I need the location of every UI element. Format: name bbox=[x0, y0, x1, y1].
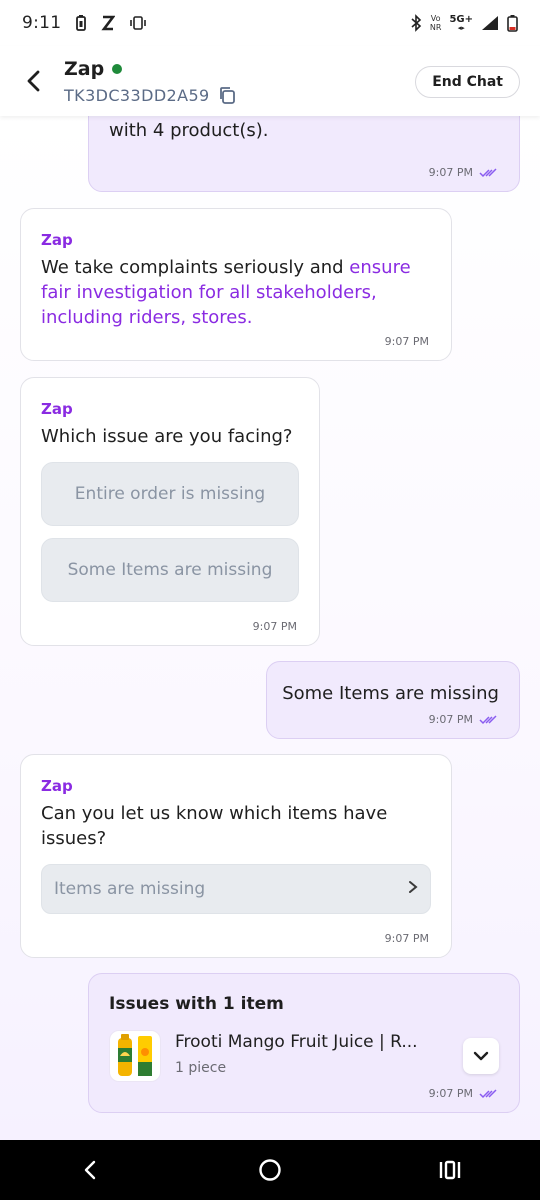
volte-label: Vo bbox=[430, 14, 441, 23]
bluetooth-icon bbox=[410, 14, 422, 32]
bot-message: Zap Can you let us know which items have… bbox=[20, 754, 452, 958]
option-entire-order-missing[interactable]: Entire order is missing bbox=[41, 462, 299, 526]
battery-saver-icon bbox=[75, 14, 87, 32]
chat-title-block: Zap TK3DC33DD2A59 bbox=[64, 58, 236, 105]
message-time: 9:07 PM bbox=[428, 1087, 473, 1100]
message-text: Can you let us know which items have iss… bbox=[41, 803, 388, 849]
chevron-right-icon bbox=[408, 879, 418, 899]
option-some-items-missing[interactable]: Some Items are missing bbox=[41, 538, 299, 602]
read-receipt-icon bbox=[479, 167, 497, 177]
sender-name: Zap bbox=[41, 231, 73, 249]
status-time: 9:11 bbox=[22, 13, 62, 33]
product-image bbox=[109, 1030, 161, 1082]
message-text: Some Items are missing bbox=[282, 683, 499, 704]
vibrate-icon bbox=[129, 15, 147, 31]
issues-title: Issues with 1 item bbox=[109, 994, 284, 1014]
message-time: 9:07 PM bbox=[252, 620, 297, 633]
volte-icon: Vo NR bbox=[430, 14, 442, 32]
read-receipt-icon bbox=[479, 1088, 497, 1098]
user-message: Some Items are missing 9:07 PM bbox=[266, 661, 520, 739]
copy-icon[interactable] bbox=[218, 86, 236, 104]
user-message: with 4 product(s). 9:07 PM bbox=[88, 116, 520, 192]
end-chat-button[interactable]: End Chat bbox=[415, 66, 520, 98]
select-label: Items are missing bbox=[54, 879, 206, 899]
product-name: Frooti Mango Fruit Juice | R... bbox=[175, 1032, 418, 1052]
bot-message: Zap Which issue are you facing? Entire o… bbox=[20, 377, 320, 646]
status-bar: 9:11 Vo NR 5G+ ◂▸ bbox=[0, 0, 540, 46]
read-receipt-icon bbox=[479, 714, 497, 724]
nav-back-icon bbox=[84, 1160, 96, 1180]
message-time: 9:07 PM bbox=[384, 335, 429, 348]
message-time: 9:07 PM bbox=[428, 166, 473, 179]
nav-home-button[interactable] bbox=[240, 1145, 300, 1195]
signal-icon bbox=[481, 15, 499, 31]
nav-back-button[interactable] bbox=[60, 1145, 120, 1195]
nav-home-icon bbox=[259, 1159, 281, 1181]
issues-card: Issues with 1 item Frooti Mango Fruit Ju… bbox=[88, 973, 520, 1113]
expand-button[interactable] bbox=[463, 1038, 499, 1074]
sender-name: Zap bbox=[41, 400, 73, 418]
message-time: 9:07 PM bbox=[384, 932, 429, 945]
back-button[interactable] bbox=[14, 61, 54, 101]
bot-message: Zap We take complaints seriously and ens… bbox=[20, 208, 452, 361]
battery-icon bbox=[507, 14, 518, 32]
product-quantity: 1 piece bbox=[175, 1060, 227, 1076]
sender-name: Zap bbox=[41, 777, 73, 795]
message-text-plain: We take complaints seriously and bbox=[41, 257, 350, 278]
nav-recents-button[interactable] bbox=[420, 1145, 480, 1195]
ticket-id: TK3DC33DD2A59 bbox=[64, 85, 210, 105]
items-missing-select[interactable]: Items are missing bbox=[41, 864, 431, 914]
network-type-icon: 5G+ ◂▸ bbox=[449, 14, 473, 32]
message-text: with 4 product(s). bbox=[109, 120, 269, 141]
message-text: Which issue are you facing? bbox=[41, 426, 293, 447]
chat-header: Zap TK3DC33DD2A59 End Chat bbox=[0, 46, 540, 116]
message-text: We take complaints seriously and ensure … bbox=[41, 255, 431, 330]
nav-recents-icon bbox=[439, 1160, 461, 1180]
chevron-down-icon bbox=[473, 1051, 489, 1061]
chat-messages[interactable]: with 4 product(s). 9:07 PM Zap We take c… bbox=[0, 116, 540, 1140]
chat-title: Zap bbox=[64, 57, 105, 80]
system-navigation-bar bbox=[0, 1140, 540, 1200]
zomato-app-icon bbox=[101, 15, 116, 31]
nr-label: NR bbox=[429, 23, 442, 32]
back-arrow-icon bbox=[27, 70, 40, 92]
online-status-dot bbox=[112, 63, 123, 74]
message-time: 9:07 PM bbox=[428, 713, 473, 726]
